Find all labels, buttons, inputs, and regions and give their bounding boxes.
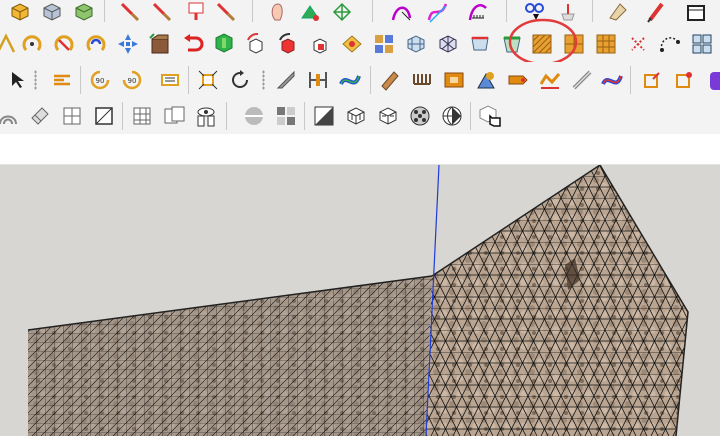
sphere-icon[interactable] — [242, 104, 266, 128]
rotate-red-box-icon[interactable] — [276, 32, 300, 56]
move-gizmo-icon[interactable] — [116, 32, 140, 56]
undo-red-icon[interactable] — [180, 32, 204, 56]
hammer-red-icon[interactable] — [150, 0, 174, 24]
panel-icon[interactable] — [158, 68, 182, 92]
sphere-checker-icon[interactable] — [408, 104, 432, 128]
paint-red-icon[interactable] — [184, 0, 208, 24]
rotate-90-icon[interactable]: 90 — [88, 68, 112, 92]
grid-icon[interactable] — [130, 104, 154, 128]
hammer-red-icon[interactable] — [118, 0, 142, 24]
network-icon[interactable] — [330, 0, 354, 24]
right-wall — [426, 165, 689, 436]
curve-edit-icon[interactable] — [390, 0, 414, 24]
crate-icon[interactable] — [148, 32, 172, 56]
box-icon[interactable] — [8, 0, 32, 24]
blade-icon[interactable] — [570, 68, 594, 92]
box-orange-icon[interactable] — [442, 68, 466, 92]
circle-arrow-icon[interactable] — [228, 68, 252, 92]
triangle-icon[interactable] — [0, 32, 18, 56]
pencil-icon[interactable] — [644, 0, 668, 24]
path-icon[interactable] — [338, 68, 362, 92]
path-icon[interactable] — [600, 68, 624, 92]
section-icon[interactable] — [312, 104, 336, 128]
select-icon[interactable] — [6, 68, 30, 92]
blade-icon[interactable] — [274, 68, 298, 92]
highlight-circle — [508, 18, 578, 66]
curve-pink-icon[interactable] — [426, 0, 450, 24]
rug-icon[interactable] — [340, 32, 364, 56]
circle-arc-icon[interactable] — [658, 32, 682, 56]
cube-red-icon[interactable] — [640, 68, 664, 92]
grid-cube-icon[interactable] — [404, 32, 428, 56]
loop-blue-icon[interactable] — [84, 32, 108, 56]
3d-box-icon[interactable] — [40, 0, 64, 24]
cube-red-icon[interactable] — [672, 68, 696, 92]
cube-group-icon[interactable] — [372, 32, 396, 56]
sphere-icon[interactable] — [440, 104, 464, 128]
rotate-box-icon[interactable] — [244, 32, 268, 56]
eraser-icon[interactable] — [28, 104, 52, 128]
square-select-icon[interactable] — [92, 104, 116, 128]
toolbar-row-3: 90 90 — [0, 62, 720, 98]
cone-icon[interactable] — [474, 68, 498, 92]
box-outline-icon[interactable] — [684, 0, 708, 24]
cube-red-icon[interactable] — [706, 68, 720, 92]
dots-x-icon[interactable] — [626, 32, 650, 56]
tree-icon[interactable] — [212, 32, 236, 56]
tag-icon[interactable] — [506, 68, 530, 92]
eye-icon[interactable] — [194, 104, 218, 128]
grid-red-icon[interactable] — [468, 32, 492, 56]
box-red-icon[interactable] — [308, 32, 332, 56]
cubes-icon[interactable] — [162, 104, 186, 128]
loop-red-icon[interactable] — [52, 32, 76, 56]
toolbar-row-1 — [0, 0, 720, 26]
toolbar-row-4 — [0, 98, 720, 134]
toolbar-spacer — [0, 134, 720, 165]
shrink-icon[interactable] — [196, 68, 220, 92]
prism-icon[interactable] — [378, 68, 402, 92]
loop-orange-icon[interactable] — [20, 32, 44, 56]
cube-hand-icon[interactable] — [478, 104, 502, 128]
frame-icon[interactable] — [306, 68, 330, 92]
svg-text:90: 90 — [96, 77, 105, 85]
paint-bucket-icon[interactable] — [72, 0, 96, 24]
finger-icon[interactable] — [266, 0, 290, 24]
grid-tile-icon[interactable] — [594, 32, 618, 56]
checker-icon[interactable] — [274, 104, 298, 128]
cubes-blue-icon[interactable] — [690, 32, 714, 56]
rotate-90-icon[interactable]: 90 — [120, 68, 144, 92]
svg-text:90: 90 — [128, 77, 137, 85]
3d-viewport[interactable] — [0, 165, 720, 436]
pencil-icon[interactable] — [606, 0, 630, 24]
hammer-red-icon[interactable] — [214, 0, 238, 24]
dome-icon[interactable] — [0, 104, 20, 128]
cube-wire-icon[interactable] — [376, 104, 400, 128]
grid-blue-icon[interactable] — [436, 32, 460, 56]
extrude-icon[interactable] — [538, 68, 562, 92]
tape-icon[interactable] — [466, 0, 490, 24]
cube-wire-icon[interactable] — [60, 104, 84, 128]
cube-wire-icon[interactable] — [344, 104, 368, 128]
align-icon[interactable] — [50, 68, 74, 92]
left-wall — [27, 275, 433, 436]
toolbar-row-2 — [0, 18, 720, 66]
comb-icon[interactable] — [410, 68, 434, 92]
sandbox-icon[interactable] — [298, 0, 322, 24]
